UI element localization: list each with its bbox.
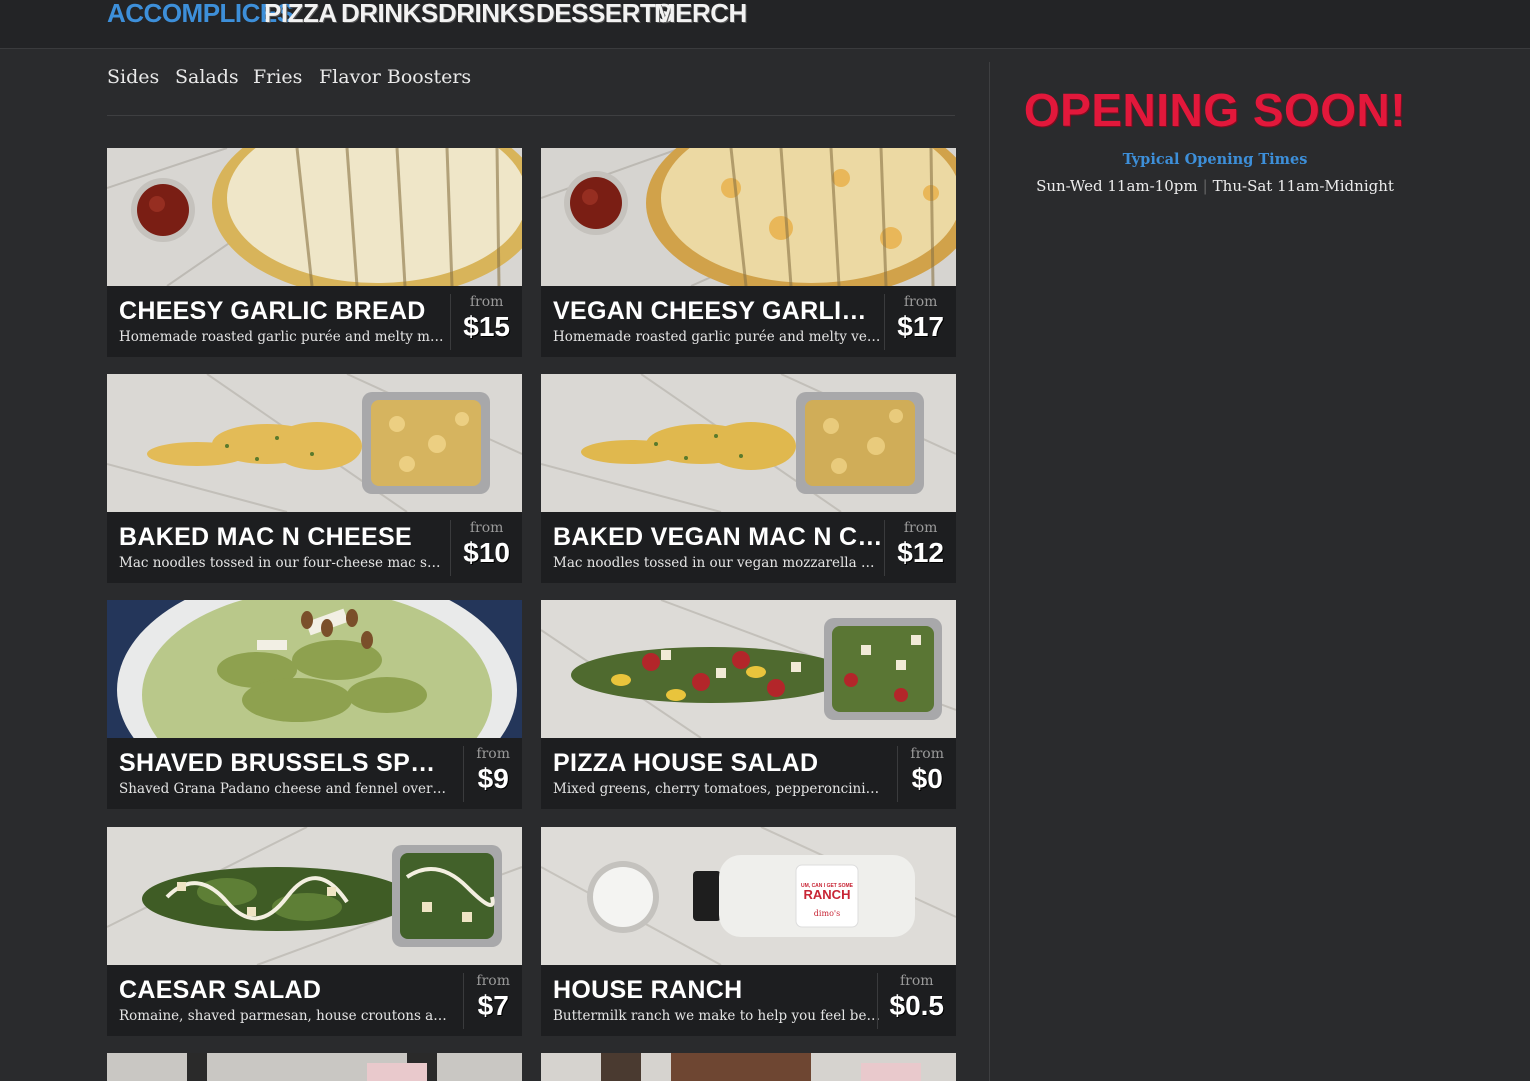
nav-item-desserts[interactable]: Desserts (536, 0, 673, 30)
item-title: Shaved Brussels Sprouts (119, 749, 449, 777)
menu-card-partial-2[interactable] (541, 1053, 956, 1081)
column-divider (989, 62, 990, 1081)
caesar-salad-photo (107, 827, 522, 965)
subnav-item-flavor-boosters[interactable]: Flavor Boosters (319, 66, 471, 88)
price-box: from $9 (463, 746, 522, 802)
partial-photo (541, 1053, 956, 1081)
item-title: Baked Mac N Cheese (119, 523, 412, 551)
menu-card-vegan-cheesy-garlic-bread[interactable]: Vegan Cheesy Garlic Bread Homemade roast… (541, 148, 956, 357)
price-box: from $17 (884, 294, 956, 350)
price-from-label: from (469, 520, 504, 536)
item-price: $10 (463, 537, 510, 568)
opening-soon-panel: Opening Soon! Typical Opening Times Sun-… (1020, 84, 1410, 195)
price-box: from $12 (884, 520, 956, 576)
item-description: Mac noodles tossed in our four-cheese ma… (119, 555, 447, 571)
item-price: $15 (463, 311, 510, 342)
item-description: Shaved Grana Padano cheese and fennel ov… (119, 781, 447, 797)
item-description: Homemade roasted garlic purée and melty … (553, 329, 881, 345)
price-box: from $10 (450, 520, 522, 576)
price-from-label: from (476, 973, 510, 989)
item-title: Caesar Salad (119, 976, 322, 1004)
subnav-item-sides[interactable]: Sides (107, 66, 159, 88)
hours-separator: | (1202, 177, 1208, 195)
price-from-label: from (899, 973, 934, 989)
mac-n-cheese-photo (107, 374, 522, 512)
item-description: Romaine, shaved parmesan, house croutons… (119, 1008, 447, 1024)
subnav-item-fries[interactable]: Fries (253, 66, 302, 88)
item-title: House Ranch (553, 976, 743, 1004)
partial-photo (107, 1053, 522, 1081)
hours-thu-sat: Thu-Sat 11am-Midnight (1212, 177, 1394, 195)
item-description: Buttermilk ranch we make to help you fee… (553, 1008, 881, 1024)
garlic-bread-photo (107, 148, 522, 286)
price-from-label: from (469, 294, 504, 310)
price-from-label: from (903, 520, 938, 536)
brussels-sprouts-photo (107, 600, 522, 738)
item-description: Mac noodles tossed in our vegan mozzarel… (553, 555, 881, 571)
menu-card-shaved-brussels-sprouts[interactable]: Shaved Brussels Sprouts Shaved Grana Pad… (107, 600, 522, 809)
price-from-label: from (910, 746, 944, 762)
price-from-label: from (903, 294, 938, 310)
house-salad-photo (541, 600, 956, 738)
vegan-mac-n-cheese-photo (541, 374, 956, 512)
vegan-garlic-bread-photo (541, 148, 956, 286)
opening-soon-heading: Opening Soon! (1023, 84, 1407, 136)
menu-card-house-ranch[interactable]: UM, CAN I GET SOME RANCH dimo's House Ra… (541, 827, 956, 1036)
menu-card-cheesy-garlic-bread[interactable]: Cheesy Garlic Bread Homemade roasted gar… (107, 148, 522, 357)
price-from-label: from (476, 746, 510, 762)
opening-hours: Sun-Wed 11am-10pm | Thu-Sat 11am-Midnight (1020, 177, 1410, 195)
item-title: Vegan Cheesy Garlic Bread (553, 297, 883, 325)
house-ranch-photo: UM, CAN I GET SOME RANCH dimo's (541, 827, 956, 965)
menu-card-baked-mac-n-cheese[interactable]: Baked Mac N Cheese Mac noodles tossed in… (107, 374, 522, 583)
item-title: Pizza House Salad (553, 749, 819, 777)
item-price: $17 (897, 311, 944, 342)
bottle-label-text: RANCH (804, 887, 851, 902)
item-price: $12 (897, 537, 944, 568)
item-price: $0 (911, 763, 943, 794)
menu-card-baked-vegan-mac-n-cheese[interactable]: Baked Vegan Mac N Cheese Mac noodles tos… (541, 374, 956, 583)
menu-card-pizza-house-salad[interactable]: Pizza House Salad Mixed greens, cherry t… (541, 600, 956, 809)
nav-item-merch[interactable]: Merch (654, 0, 747, 30)
nav-item-pizza[interactable]: Pizza (264, 0, 337, 30)
item-description: Mixed greens, cherry tomatoes, pepperonc… (553, 781, 881, 797)
menu-card-partial[interactable] (107, 1053, 522, 1081)
typical-hours-label: Typical Opening Times (1122, 151, 1308, 168)
item-description: Homemade roasted garlic purée and melty … (119, 329, 447, 345)
item-price: $9 (477, 763, 509, 794)
bottle-brand-text: dimo's (814, 909, 840, 918)
price-box: from $0 (897, 746, 956, 802)
price-box: from $7 (463, 973, 522, 1029)
item-price: $0.5 (889, 990, 945, 1021)
item-title: Baked Vegan Mac N Cheese (553, 523, 883, 551)
category-subnav: Sides Salads Fries Flavor Boosters (107, 66, 955, 116)
nav-item-drinks[interactable]: Drinks (341, 0, 438, 30)
subnav-item-salads[interactable]: Salads (175, 66, 239, 88)
price-box: from $15 (450, 294, 522, 350)
item-price: $7 (477, 990, 509, 1021)
hours-sun-wed: Sun-Wed 11am-10pm (1036, 177, 1198, 195)
menu-card-caesar-salad[interactable]: Caesar Salad Romaine, shaved parmesan, h… (107, 827, 522, 1036)
price-box: from $0.5 (876, 973, 957, 1029)
item-title: Cheesy Garlic Bread (119, 297, 426, 325)
top-nav: Accomplices Pizza Drinks Drinks Desserts… (0, 0, 1530, 49)
nav-item-drinks-2[interactable]: Drinks (438, 0, 535, 30)
